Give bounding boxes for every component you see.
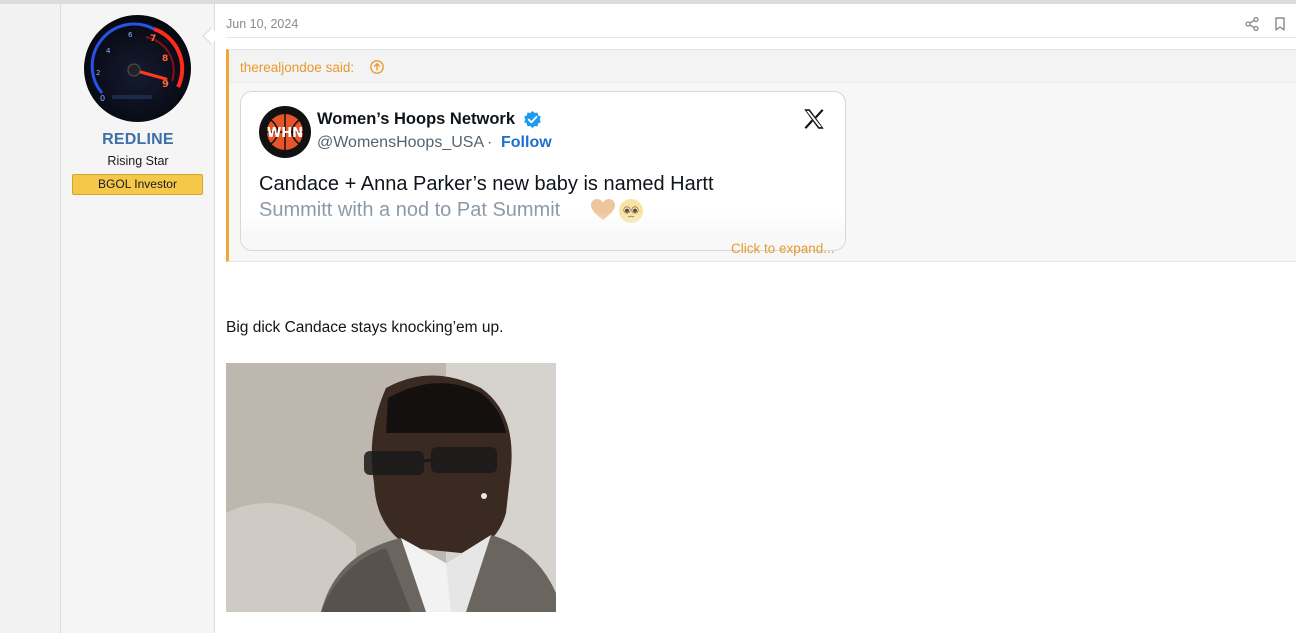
quote-header: therealjondoe said: <box>229 50 1296 83</box>
tweet-avatar[interactable]: WHN <box>259 106 311 158</box>
svg-text:4: 4 <box>106 47 111 55</box>
tweet-embed[interactable]: WHN Women’s Hoops Network @WomensHoops_U… <box>240 91 846 251</box>
tweet-handle[interactable]: @WomensHoops_USA <box>317 134 484 152</box>
post-image[interactable] <box>226 363 556 612</box>
quote-expand-link[interactable]: Click to expand... <box>731 241 835 256</box>
svg-text:0: 0 <box>100 94 105 103</box>
tweet-display-name[interactable]: Women’s Hoops Network <box>317 110 515 129</box>
left-gutter <box>0 4 61 633</box>
user-title: Rising Star <box>107 154 169 168</box>
tweet-logo-text: WHN <box>267 126 303 141</box>
header-divider <box>226 37 1296 38</box>
bbcode-quote: therealjondoe said: WHN Women’s Hoops Ne… <box>226 49 1296 262</box>
avatar[interactable]: 0 2 4 6 7 8 9 <box>84 15 191 122</box>
message-main: Jun 10, 2024 therealjondoe said: WHN Wom… <box>215 4 1296 633</box>
tweet-text-line-1: Candace + Anna Parker’s new baby is name… <box>259 173 714 195</box>
svg-text:6: 6 <box>128 31 133 39</box>
tweet-separator: · <box>487 134 493 151</box>
user-banner: BGOL Investor <box>72 174 203 195</box>
post-body-text: Big dick Candace stays knocking’em up. <box>226 319 504 336</box>
bookmark-icon[interactable] <box>1272 16 1288 32</box>
arrow-up-circle-icon[interactable] <box>369 59 385 75</box>
share-icon[interactable] <box>1244 16 1260 32</box>
post-date[interactable]: Jun 10, 2024 <box>226 17 298 31</box>
username[interactable]: REDLINE <box>61 131 215 149</box>
svg-text:8: 8 <box>162 54 168 64</box>
verified-badge-icon <box>523 110 542 129</box>
message-user-cell: 0 2 4 6 7 8 9 REDLINE Rising Star BGOL I… <box>61 4 215 633</box>
quote-author[interactable]: therealjondoe said: <box>240 60 354 75</box>
svg-text:7: 7 <box>150 34 156 44</box>
svg-text:2: 2 <box>96 69 100 77</box>
svg-text:9: 9 <box>162 79 169 90</box>
x-logo-icon[interactable] <box>801 106 827 132</box>
tweet-follow-link[interactable]: Follow <box>501 134 552 152</box>
